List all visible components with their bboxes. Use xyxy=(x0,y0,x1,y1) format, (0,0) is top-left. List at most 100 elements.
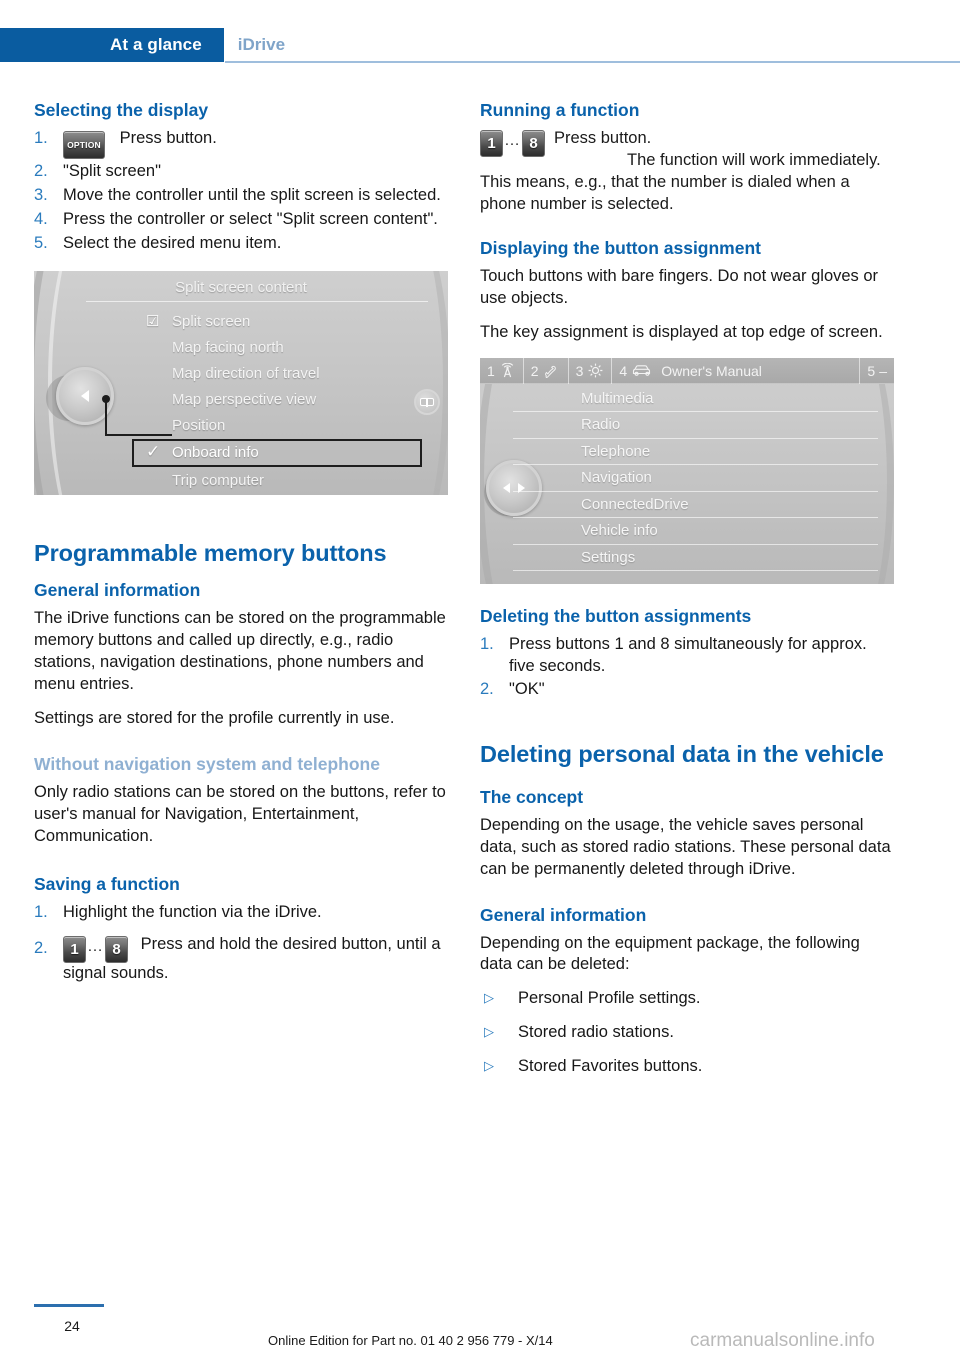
screen-title: Split screen content xyxy=(175,279,307,296)
main-menu-item-label: Radio xyxy=(581,416,621,434)
paragraph-general-information-2: Settings are stored for the profile curr… xyxy=(34,709,395,727)
button-assignment-bar: 1 2 3 4 Owner's Manual 5 – xyxy=(480,357,894,384)
menu-row[interactable]: Trip computer xyxy=(144,468,422,494)
running-press-button-text: Press button. xyxy=(554,129,652,147)
heading-general-information: General information xyxy=(34,580,201,601)
idrive-screenshot-main-menu: 1 2 3 4 Owner's Manual 5 – Multimedia Ra… xyxy=(480,357,894,584)
step-item: 1. Highlight the function via the iDrive… xyxy=(34,902,448,924)
step-item: 5. Select the desired menu item. xyxy=(34,233,448,255)
knob-left-arrow-icon xyxy=(81,390,89,402)
heading-saving-a-function: Saving a function xyxy=(34,873,180,894)
assignment-number: 2 xyxy=(530,362,539,379)
step-item: 3. Move the controller until the split s… xyxy=(34,185,448,207)
triangle-bullet-icon: ▷ xyxy=(484,990,494,1006)
heading-general-information-2: General information xyxy=(480,904,647,925)
paragraph-general-information-2: Depending on the equipment package, the … xyxy=(480,933,860,974)
menu-row-selected[interactable]: ✓ Onboard info xyxy=(132,439,422,467)
menu-row[interactable]: ☑ Split screen xyxy=(144,309,422,335)
list-item: ▷ Personal Profile settings. xyxy=(480,988,894,1010)
assignment-slot-1[interactable]: 1 xyxy=(480,357,524,384)
main-menu-item[interactable]: Navigation xyxy=(513,465,878,492)
step-number: 5. xyxy=(34,234,48,252)
header-divider xyxy=(225,61,960,63)
step-item: 1. OPTION Press button. xyxy=(34,128,448,159)
heading-programmable-memory-buttons: Programmable memory buttons xyxy=(34,540,387,566)
steps-saving-a-function: 1. Highlight the function via the iDrive… xyxy=(34,902,448,985)
list-item: ▷ Stored Favorites buttons. xyxy=(480,1056,894,1078)
checkmark-icon: ✓ xyxy=(146,442,161,461)
menu-row-label: Onboard info xyxy=(172,444,259,461)
step-text: Move the controller until the split scre… xyxy=(63,186,441,204)
assignment-slot-4[interactable]: 4 Owner's Manual xyxy=(612,357,861,384)
main-menu-item-label: Vehicle info xyxy=(581,522,658,540)
memory-button-8-icon: 8 xyxy=(105,935,128,963)
step-text: Select the desired menu item. xyxy=(63,234,282,252)
assignment-slot-5[interactable]: 5 – xyxy=(860,358,894,384)
step-number: 1. xyxy=(480,634,494,653)
controller-knob[interactable] xyxy=(56,367,114,425)
ellipsis-icon: … xyxy=(87,937,104,955)
main-menu-item[interactable]: Multimedia xyxy=(513,386,878,413)
heading-selecting-the-display: Selecting the display xyxy=(34,100,209,120)
heading-deleting-button-assignments: Deleting the button assignments xyxy=(480,605,752,626)
list-item: ▷ Stored radio stations. xyxy=(480,1022,894,1044)
page-header: At a glance iDrive xyxy=(0,28,960,63)
main-menu-item[interactable]: Vehicle info xyxy=(513,518,878,545)
assignment-number: 3 xyxy=(575,362,584,379)
assignment-number: 4 xyxy=(619,362,628,379)
menu-row-label: Position xyxy=(172,417,226,434)
paragraph-general-information-1: The iDrive functions can be stored on th… xyxy=(34,609,446,694)
menu-row[interactable]: Map direction of travel xyxy=(144,361,422,387)
step-item: 4. Press the controller or select "Split… xyxy=(34,209,448,231)
assignment-slot-3[interactable]: 3 xyxy=(569,357,613,384)
step-number: 4. xyxy=(34,210,48,228)
option-button-icon: OPTION xyxy=(63,131,105,159)
main-menu-item[interactable]: ConnectedDrive xyxy=(513,492,878,519)
paragraph-displaying-2: The key assignment is displayed at top e… xyxy=(480,322,883,341)
assignment-number: 5 xyxy=(867,362,876,379)
main-menu-item[interactable]: Radio xyxy=(513,412,878,439)
step-text: "Split screen" xyxy=(63,162,161,180)
menu-row-label: Map perspective view xyxy=(172,391,317,408)
step-item: 2. 1… 8 Press and hold the desired button… xyxy=(34,934,448,985)
breadcrumb-subsection: iDrive xyxy=(237,35,286,54)
step-text: Press buttons 1 and 8 simultaneously for… xyxy=(509,634,867,675)
main-menu-item-label: Telephone xyxy=(581,442,651,460)
main-menu-item-label: Multimedia xyxy=(581,389,654,407)
step-number: 2. xyxy=(34,938,48,957)
site-watermark: carmanualsonline.info xyxy=(690,1330,875,1351)
checkbox-checked-icon: ☑ xyxy=(146,313,160,330)
step-number: 2. xyxy=(34,162,48,180)
running-a-function-block: 1… 8 Press button. The function will work… xyxy=(480,128,894,216)
assignment-slot-2[interactable]: 2 xyxy=(524,357,569,384)
menu-row-label: Map facing north xyxy=(172,339,284,356)
menu-row[interactable]: Map facing north xyxy=(144,335,422,361)
ellipsis-icon: … xyxy=(504,132,521,149)
left-column: Selecting the display 1. OPTION Press bu… xyxy=(34,100,448,991)
menu-row[interactable]: Position xyxy=(144,413,422,439)
assignment-label: Owner's Manual xyxy=(661,362,762,379)
step-item: 2. "OK" xyxy=(480,679,894,701)
paragraph-without-navigation: Only radio stations can be stored on the… xyxy=(34,782,446,845)
step-number: 1. xyxy=(34,902,48,921)
main-menu-item-label: ConnectedDrive xyxy=(581,495,689,513)
main-menu-item-label: Settings xyxy=(581,548,636,566)
main-menu-item[interactable]: Settings xyxy=(513,545,878,572)
step-number: 2. xyxy=(480,680,494,699)
step-text: Highlight the function via the iDrive. xyxy=(63,902,322,921)
header-tabbar: At a glance iDrive xyxy=(0,28,299,62)
list-item-label: Stored Favorites buttons. xyxy=(518,1057,703,1076)
screen-title-divider xyxy=(86,301,428,302)
menu-row[interactable]: Map perspective view xyxy=(144,387,422,413)
heading-deleting-personal-data: Deleting personal data in the vehicle xyxy=(480,741,884,768)
step-text: Press the controller or select "Split sc… xyxy=(63,210,438,228)
heading-displaying-button-assignment: Displaying the button assignment xyxy=(480,237,761,258)
main-menu-item[interactable]: Telephone xyxy=(513,439,878,466)
memory-button-1-icon: 1 xyxy=(63,935,86,963)
memory-button-8-icon: 8 xyxy=(522,130,545,157)
breadcrumb-section: At a glance xyxy=(0,28,224,62)
main-menu-item-label: Navigation xyxy=(581,469,652,487)
main-menu-list: Multimedia Radio Telephone Navigation Co… xyxy=(513,386,878,572)
step-item: 2. "Split screen" xyxy=(34,161,448,183)
knob-left-arrow-icon xyxy=(503,482,510,493)
